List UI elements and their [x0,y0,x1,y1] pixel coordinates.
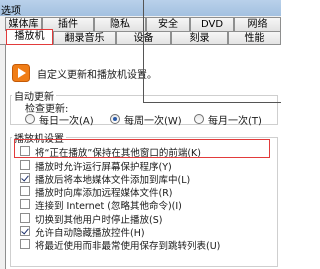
radio-monthly-label[interactable]: 每月一次(T) [208,112,262,127]
option-add-local-files-to-library[interactable]: 播放后将本地媒体文件添加到库中(L) [20,172,280,186]
option-label: 连接到 Internet (忽略其他命令)(I) [35,201,182,212]
radio-monthly[interactable] [194,114,204,124]
option-connect-to-internet[interactable]: 连接到 Internet (忽略其他命令)(I) [20,198,280,212]
tab-security[interactable]: 安全 [146,17,190,31]
checkbox[interactable] [20,173,30,183]
option-allow-screensaver[interactable]: 播放时允许运行屏幕保护程序(Y) [20,159,280,173]
checkbox[interactable] [20,160,30,170]
option-save-recent-to-jump-list[interactable]: 将最近使用而非最常使用保存到跳转列表(U) [20,238,280,252]
option-add-remote-files-to-library[interactable]: 播放时向库添加远程媒体文件(R) [20,185,280,199]
checkbox[interactable] [20,199,30,209]
option-stop-on-user-switch[interactable]: 切换到其他用户时停止播放(S) [20,212,280,226]
tab-privacy[interactable]: 隐私 [94,17,146,31]
title-bar: 选项 [0,0,281,17]
radio-weekly[interactable] [110,114,120,124]
radio-weekly-label[interactable]: 每周一次(W) [124,112,182,127]
option-label: 播放时向库添加远程媒体文件(R) [35,188,173,199]
option-label: 将最近使用而非最常使用保存到跳转列表(U) [35,241,221,252]
checkbox[interactable] [20,239,30,249]
intro-text: 自定义更新和播放机设置。 [37,70,157,81]
option-label: 切换到其他用户时停止播放(S) [35,215,163,226]
tab-network[interactable]: 网络 [234,17,281,31]
media-player-icon [12,64,30,82]
checkbox[interactable] [20,226,30,236]
tab-player[interactable]: 播放机 [6,29,53,45]
option-label: 允许自动隐藏播放控件(H) [35,228,145,239]
checkbox[interactable] [20,213,30,223]
tab-burn[interactable]: 刻录 [171,31,228,45]
annotation-horizontal-line [143,102,281,103]
window-title: 选项 [1,6,21,17]
tab-rip-music[interactable]: 翻录音乐 [53,31,116,45]
checkbox[interactable] [20,186,30,196]
tab-performance[interactable]: 性能 [228,31,281,45]
option-label: 播放后将本地媒体文件添加到库中(L) [35,175,191,186]
tab-dvd[interactable]: DVD [190,17,234,31]
radio-daily-label[interactable]: 每日一次(A) [39,112,94,127]
option-label: 播放时允许运行屏幕保护程序(Y) [35,162,172,173]
radio-daily[interactable] [25,114,35,124]
option-autohide-controls[interactable]: 允许自动隐藏播放控件(H) [20,225,280,239]
highlight-box-player-settings [14,139,270,158]
annotation-vertical-line [143,0,144,103]
